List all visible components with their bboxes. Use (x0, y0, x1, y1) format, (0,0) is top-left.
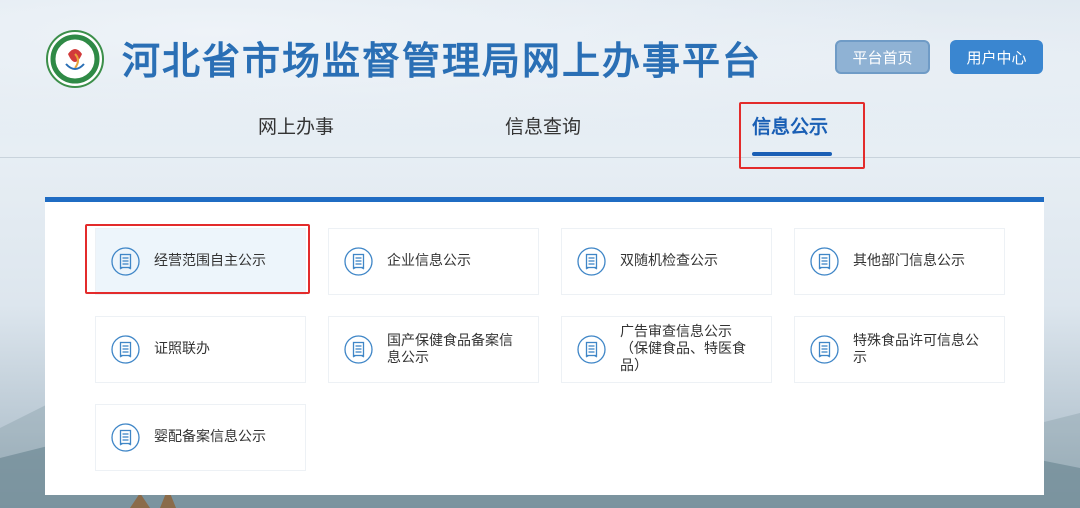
card-enterprise-info-publicity[interactable]: 企业信息公示 (328, 228, 539, 295)
card-label: 婴配备案信息公示 (154, 429, 266, 445)
card-highlight-box (85, 224, 310, 294)
card-infant-formula-filing[interactable]: 婴配备案信息公示 (95, 404, 306, 471)
card-double-random-inspection[interactable]: 双随机检查公示 (561, 228, 772, 295)
document-icon (111, 335, 140, 364)
card-label: 特殊食品许可信息公示 (853, 332, 979, 366)
card-label: 企业信息公示 (387, 253, 471, 269)
card-label: 双随机检查公示 (620, 253, 718, 269)
document-icon (810, 335, 839, 364)
document-icon (344, 335, 373, 364)
card-domestic-health-food-filing[interactable]: 国产保健食品备案信息公示 (328, 316, 539, 383)
card-other-departments-publicity[interactable]: 其他部门信息公示 (794, 228, 1005, 295)
card-label: 广告审查信息公示（保健食品、特医食品） (620, 324, 746, 374)
document-icon (810, 247, 839, 276)
document-icon (577, 335, 606, 364)
card-joint-license-processing[interactable]: 证照联办 (95, 316, 306, 383)
bureau-logo (46, 30, 104, 88)
card-label: 国产保健食品备案信息公示 (387, 332, 513, 366)
tab-info-query[interactable]: 信息查询 (505, 112, 581, 139)
header: 河北省市场监督管理局网上办事平台 平台首页 用户中心 网上办事 信息查询 信息公… (0, 0, 1080, 158)
document-icon (344, 247, 373, 276)
card-special-food-license-publicity[interactable]: 特殊食品许可信息公示 (794, 316, 1005, 383)
platform-home-button[interactable]: 平台首页 (835, 40, 930, 74)
tab-online-services[interactable]: 网上办事 (258, 112, 334, 139)
site-title: 河北省市场监督管理局网上办事平台 (122, 39, 763, 83)
document-icon (111, 423, 140, 452)
card-advertising-review-publicity[interactable]: 广告审查信息公示（保健食品、特医食品） (561, 316, 772, 383)
card-label: 其他部门信息公示 (853, 253, 965, 269)
user-center-button[interactable]: 用户中心 (950, 40, 1043, 74)
tab-highlight-box (739, 102, 865, 169)
document-icon (577, 247, 606, 276)
card-label: 证照联办 (154, 341, 210, 357)
